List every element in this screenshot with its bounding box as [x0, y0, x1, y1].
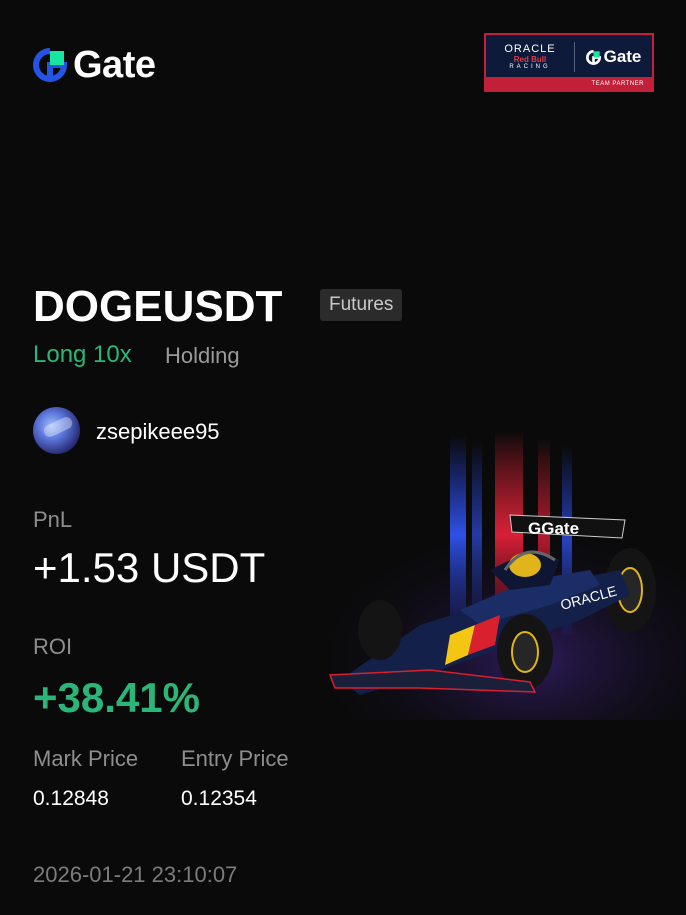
partner-gate-logo: Gate: [575, 47, 652, 67]
mark-price-value: 0.12848: [33, 787, 109, 810]
team-partner-label: TEAM PARTNER: [486, 77, 652, 90]
oracle-redbull-logo: ORACLE Red Bull RACING: [486, 35, 574, 79]
gate-mini-icon: [585, 49, 601, 65]
rear-wing-text: GGate: [528, 519, 579, 538]
entry-price-value: 0.12354: [181, 787, 257, 810]
roi-value: +38.41%: [33, 674, 200, 721]
gate-logo-icon: [33, 48, 67, 82]
oracle-text: ORACLE: [504, 42, 556, 55]
pnl-value: +1.53 USDT: [33, 544, 266, 591]
f1-car-illustration: GGate ORACLE: [300, 430, 686, 720]
mark-price-label: Mark Price: [33, 746, 139, 771]
roi-label: ROI: [33, 634, 73, 659]
driver-helmet: [509, 553, 541, 577]
market-type-badge: Futures: [320, 289, 403, 321]
racing-text: RACING: [509, 64, 551, 71]
pnl-share-card: Gate ORACLE Red Bull RACING Gate TEAM PA…: [0, 0, 686, 915]
timestamp: 2026-01-21 23:10:07: [33, 862, 238, 887]
front-left-wheel: [358, 600, 402, 660]
team-partner-badge: ORACLE Red Bull RACING Gate TEAM PARTNER: [484, 33, 654, 92]
position-direction: Long 10x: [33, 341, 132, 368]
redbull-text: Red Bull: [513, 54, 547, 64]
gate-logo: Gate: [33, 44, 156, 86]
pnl-label: PnL: [33, 507, 73, 532]
username: zsepikeee95: [96, 419, 220, 444]
gate-logo-text: Gate: [73, 44, 156, 86]
partner-gate-text: Gate: [603, 47, 642, 66]
position-status: Holding: [165, 343, 240, 368]
front-wheel-rim: [511, 631, 539, 673]
avatar: [33, 407, 80, 454]
entry-price-label: Entry Price: [181, 746, 289, 771]
contract-symbol: DOGEUSDT: [33, 282, 283, 331]
rear-wing-logo-text: Gate: [541, 519, 579, 538]
light-beam-blue: [450, 435, 466, 635]
